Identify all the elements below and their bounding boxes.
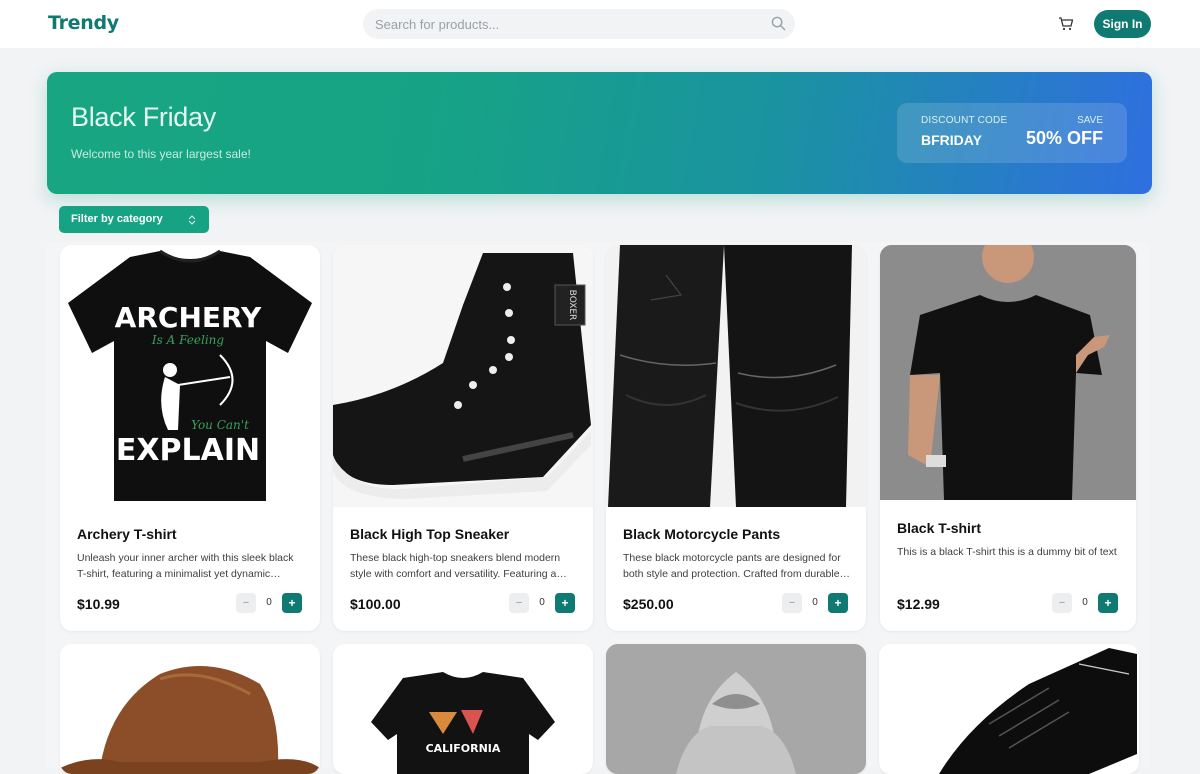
product-image[interactable]	[606, 245, 866, 507]
product-description: Unleash your inner archer with this slee…	[77, 552, 294, 580]
product-card[interactable]	[60, 644, 320, 774]
product-description: These black high-top sneakers blend mode…	[350, 552, 561, 580]
shirt-print-line1: ARCHERY	[115, 301, 262, 334]
product-card[interactable]: CALIFORNIA	[333, 644, 593, 774]
decrease-qty-button[interactable]: −	[782, 593, 802, 613]
product-image[interactable]: BOXER	[333, 245, 593, 507]
increase-qty-button[interactable]: +	[555, 593, 575, 613]
product-price: $12.99	[897, 596, 940, 612]
tshirt-print: CALIFORNIA	[426, 742, 501, 755]
product-image[interactable]	[880, 245, 1136, 500]
save-value: 50% OFF	[1025, 128, 1103, 148]
discount-code: BFRIDAY	[921, 132, 982, 148]
product-card[interactable]	[879, 644, 1139, 774]
product-description: This is a black T-shirt this is a dummy …	[897, 546, 1117, 558]
cart-icon[interactable]	[1058, 16, 1074, 32]
product-card[interactable]: ARCHERY Is A Feeling You Can't EXPLAIN A…	[60, 245, 320, 631]
top-navbar: Trendy Sign In	[0, 0, 1200, 48]
shirt-print-line3: You Can't	[191, 418, 249, 432]
product-image-shoe[interactable]	[879, 644, 1139, 774]
quantity-value: 0	[539, 597, 545, 608]
quantity-value: 0	[812, 597, 818, 608]
quantity-stepper: − 0 +	[782, 593, 848, 613]
logo[interactable]: Trendy	[48, 12, 119, 34]
shirt-print-line4: EXPLAIN	[116, 433, 260, 468]
save-label: SAVE	[1077, 115, 1103, 126]
product-card[interactable]: BOXER Black High Top Sneaker These black…	[333, 245, 593, 631]
product-price: $250.00	[623, 596, 674, 612]
banner-title: Black Friday	[71, 102, 216, 132]
increase-qty-button[interactable]: +	[282, 593, 302, 613]
product-image-california-tshirt[interactable]: CALIFORNIA	[333, 644, 593, 774]
product-price: $100.00	[350, 596, 401, 612]
increase-qty-button[interactable]: +	[828, 593, 848, 613]
promo-banner: Black Friday Welcome to this year larges…	[47, 72, 1152, 194]
quantity-stepper: − 0 +	[1052, 593, 1118, 613]
quantity-value: 0	[1082, 597, 1088, 608]
chevron-updown-icon	[188, 215, 196, 225]
sign-in-button[interactable]: Sign In	[1094, 10, 1151, 38]
shirt-print-line2: Is A Feeling	[151, 333, 224, 347]
filter-label: Filter by category	[71, 213, 163, 225]
decrease-qty-button[interactable]: −	[236, 593, 256, 613]
product-image-hoodie[interactable]	[606, 644, 866, 774]
search-input[interactable]	[363, 9, 795, 39]
product-description: These black motorcycle pants are designe…	[623, 552, 841, 580]
decrease-qty-button[interactable]: −	[509, 593, 529, 613]
quantity-value: 0	[266, 597, 272, 608]
quantity-stepper: − 0 +	[509, 593, 575, 613]
discount-box: DISCOUNT CODE BFRIDAY SAVE 50% OFF	[897, 103, 1127, 163]
product-image[interactable]: ARCHERY Is A Feeling You Can't EXPLAIN	[60, 245, 320, 507]
banner-subtitle: Welcome to this year largest sale!	[71, 147, 251, 161]
category-filter-select[interactable]: Filter by category	[59, 206, 209, 233]
quantity-stepper: − 0 +	[236, 593, 302, 613]
product-name[interactable]: Black Motorcycle Pants	[623, 526, 780, 542]
product-card[interactable]: Black Motorcycle Pants These black motor…	[606, 245, 866, 631]
increase-qty-button[interactable]: +	[1098, 593, 1118, 613]
product-name[interactable]: Black High Top Sneaker	[350, 526, 509, 542]
search-icon[interactable]	[771, 16, 786, 31]
product-name[interactable]: Black T-shirt	[897, 520, 981, 536]
decrease-qty-button[interactable]: −	[1052, 593, 1072, 613]
product-image-hat[interactable]	[60, 644, 320, 774]
discount-label: DISCOUNT CODE	[921, 115, 1008, 126]
product-price: $10.99	[77, 596, 120, 612]
product-card[interactable]	[606, 644, 866, 774]
product-card[interactable]: Black T-shirt This is a black T-shirt th…	[880, 245, 1136, 631]
product-name[interactable]: Archery T-shirt	[77, 526, 177, 542]
sneaker-tag: BOXER	[567, 290, 577, 321]
